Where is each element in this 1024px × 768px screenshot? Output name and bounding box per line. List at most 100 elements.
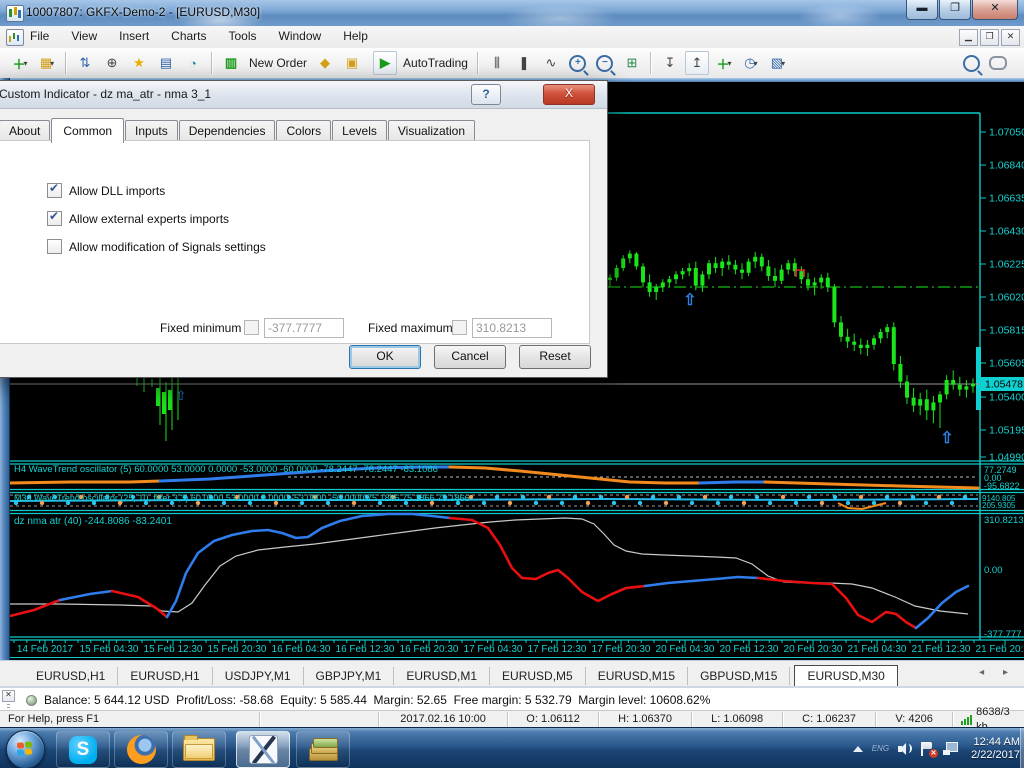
oscillator-dot xyxy=(534,501,538,505)
checkbox-3[interactable] xyxy=(47,239,62,254)
zoom-in-button[interactable]: + xyxy=(566,51,590,75)
price-scale-label: 1.06225 xyxy=(989,259,1024,271)
fixed-maximum-field[interactable] xyxy=(472,318,552,338)
taskbar-explorer-button[interactable] xyxy=(172,731,226,768)
market-watch-button[interactable]: ⇅ xyxy=(73,51,97,75)
price-scale-label: 1.07050 xyxy=(989,127,1024,139)
taskbar-metatrader-button[interactable] xyxy=(236,731,290,768)
fixed-minimum-field[interactable] xyxy=(264,318,344,338)
market-button[interactable]: ▣ xyxy=(340,51,364,75)
price-scale-label: 1.04990 xyxy=(989,452,1024,464)
chart-shift-button[interactable]: ↥ xyxy=(685,51,709,75)
volume-icon[interactable] xyxy=(898,743,912,755)
candle-body xyxy=(832,287,836,322)
dialog-tab-levels[interactable]: Levels xyxy=(332,120,387,142)
dialog-close-button[interactable]: X xyxy=(543,84,595,105)
templates-button[interactable]: ▧▾ xyxy=(766,51,790,75)
autotrading-button[interactable]: AutoTrading xyxy=(400,56,471,70)
time-axis-label: 15 Feb 20:30 xyxy=(208,644,267,655)
dialog-titlebar[interactable]: Custom Indicator - dz ma_atr - nma 3_1 xyxy=(0,81,607,109)
start-button[interactable] xyxy=(6,730,45,768)
line-chart-button[interactable]: ∿ xyxy=(539,51,563,75)
chart-tab-eurusd,h1[interactable]: EURUSD,H1 xyxy=(24,667,118,685)
mdi-close-button[interactable]: ✕ xyxy=(1001,29,1020,46)
minimize-button[interactable]: ▬ xyxy=(906,0,938,20)
chart-tab-eurusd,m1[interactable]: EURUSD,M1 xyxy=(394,667,490,685)
candle-body xyxy=(760,257,764,267)
app-titlebar[interactable]: 10007807: GKFX-Demo-2 - [EURUSD,M30] ▬ ❐… xyxy=(0,0,1024,27)
maximize-button[interactable]: ❐ xyxy=(939,0,971,20)
autotrading-icon[interactable]: ▶ xyxy=(373,51,397,75)
fixed-maximum-checkbox[interactable] xyxy=(452,320,467,335)
dialog-tab-visualization[interactable]: Visualization xyxy=(388,120,475,142)
time-axis-label: 16 Feb 20:30 xyxy=(400,644,459,655)
menu-item-help[interactable]: Help xyxy=(343,29,368,43)
periods-button[interactable]: ◷▾ xyxy=(739,51,763,75)
taskbar-skype-button[interactable]: S xyxy=(56,731,110,768)
terminal-drag-handle[interactable]: ✕ xyxy=(2,690,14,710)
chart-tab-eurusd,h1[interactable]: EURUSD,H1 xyxy=(118,667,212,685)
menu-item-insert[interactable]: Insert xyxy=(119,29,149,43)
new-chart-button[interactable]: ＋▾ xyxy=(8,51,32,75)
fixed-minimum-checkbox[interactable] xyxy=(244,320,259,335)
chart-tab-gbpjpy,m1[interactable]: GBPJPY,M1 xyxy=(304,667,395,685)
reset-button[interactable]: Reset xyxy=(519,345,591,369)
search-icon[interactable] xyxy=(959,51,983,75)
cancel-button[interactable]: Cancel xyxy=(434,345,506,369)
tab-scroll-arrows[interactable]: ◂ ▸ xyxy=(979,667,1016,678)
show-desktop-button[interactable] xyxy=(1020,728,1024,768)
tray-expand-icon[interactable] xyxy=(853,746,863,752)
taskbar-firefox-button[interactable] xyxy=(114,731,168,768)
price-scale-label: 1.05195 xyxy=(989,425,1024,437)
oscillator-dot xyxy=(885,495,889,499)
menu-item-charts[interactable]: Charts xyxy=(171,29,206,43)
menu-item-tools[interactable]: Tools xyxy=(229,29,257,43)
bar-chart-button[interactable]: ⫼ xyxy=(485,51,509,75)
chart-tab-eurusd,m5[interactable]: EURUSD,M5 xyxy=(490,667,586,685)
oscillator-dot xyxy=(482,501,486,505)
chart-tab-usdjpy,m1[interactable]: USDJPY,M1 xyxy=(213,667,304,685)
data-window-button[interactable]: ▤ xyxy=(154,51,178,75)
tile-windows-button[interactable]: ⊞ xyxy=(620,51,644,75)
new-order-icon[interactable]: ▥ xyxy=(219,51,243,75)
menu-item-file[interactable]: File xyxy=(30,29,49,43)
favorites-button[interactable]: ★ xyxy=(127,51,151,75)
menu-item-view[interactable]: View xyxy=(71,29,97,43)
chart-menu-icon[interactable] xyxy=(6,29,24,46)
new-order-button[interactable]: New Order xyxy=(246,56,310,70)
account-status-icon xyxy=(26,695,37,706)
profiles-button[interactable]: ▦▾ xyxy=(35,51,59,75)
action-center-icon[interactable]: ✕ xyxy=(921,742,934,756)
strategy-tester-button[interactable]: ◔ xyxy=(181,51,205,75)
dialog-tab-colors[interactable]: Colors xyxy=(276,120,331,142)
network-icon[interactable] xyxy=(943,742,958,755)
indicators-button[interactable]: ＋▾ xyxy=(712,51,736,75)
candle-body xyxy=(892,327,896,364)
candle-chart-button[interactable]: ❚ xyxy=(512,51,536,75)
dialog-tab-dependencies[interactable]: Dependencies xyxy=(179,120,276,142)
fixed-scale-row: Fixed minimum Fixed maximum xyxy=(0,318,589,338)
dialog-tab-inputs[interactable]: Inputs xyxy=(125,120,178,142)
checkbox-1[interactable] xyxy=(47,183,62,198)
zoom-out-button[interactable]: − xyxy=(593,51,617,75)
dialog-tab-common[interactable]: Common xyxy=(51,118,124,143)
dialog-help-button[interactable]: ? xyxy=(471,84,501,105)
mdi-restore-button[interactable]: ❐ xyxy=(980,29,999,46)
chat-icon[interactable] xyxy=(986,51,1010,75)
tray-language-indicator[interactable]: ENG xyxy=(872,744,889,753)
mql-editor-button[interactable]: ◆ xyxy=(313,51,337,75)
auto-scroll-button[interactable]: ↧ xyxy=(658,51,682,75)
menu-item-window[interactable]: Window xyxy=(279,29,322,43)
chart-tab-eurusd,m15[interactable]: EURUSD,M15 xyxy=(586,667,688,685)
chart-tab-gbpusd,m15[interactable]: GBPUSD,M15 xyxy=(688,667,790,685)
chart-tab-active[interactable]: EURUSD,M30 xyxy=(794,665,897,687)
mdi-minimize-button[interactable]: ▁ xyxy=(959,29,978,46)
checkbox-2[interactable] xyxy=(47,211,62,226)
dialog-tab-about[interactable]: About xyxy=(0,120,50,142)
crosshair-button[interactable]: ⊕ xyxy=(100,51,124,75)
taskbar-clock[interactable]: 12:44 AM 2/22/2017 xyxy=(971,736,1020,762)
taskbar-app-button[interactable] xyxy=(296,731,350,768)
close-button[interactable]: ✕ xyxy=(972,0,1018,20)
ok-button[interactable]: OK xyxy=(349,345,421,369)
terminal-close-icon[interactable]: ✕ xyxy=(2,690,15,702)
